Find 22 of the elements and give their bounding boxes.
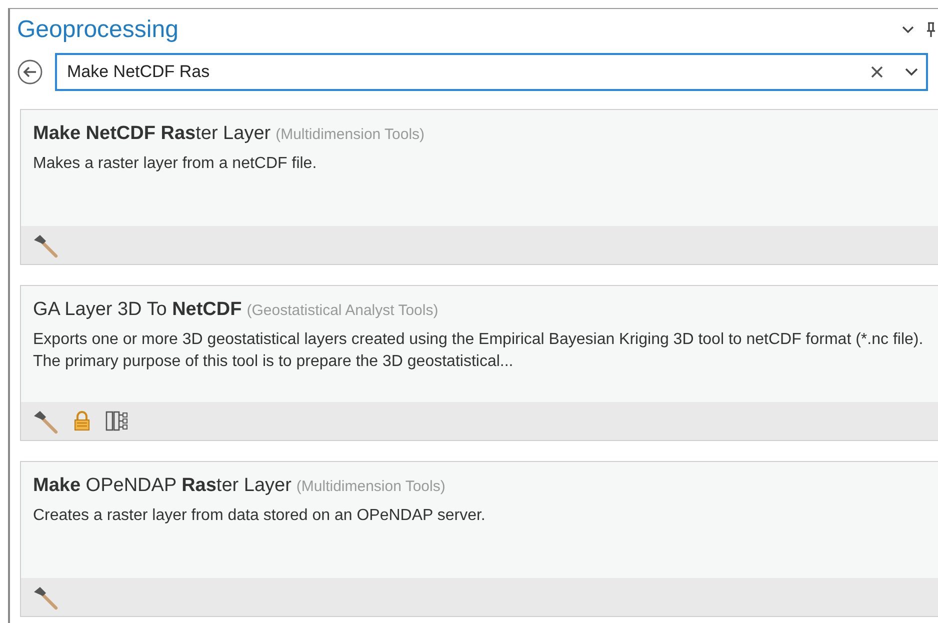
search-field[interactable]: Make NetCDF Ras bbox=[55, 53, 928, 91]
lock-icon bbox=[73, 410, 91, 432]
model-icon bbox=[105, 410, 129, 432]
toolbox-name: (Multidimension Tools) bbox=[276, 125, 425, 145]
tool-name: Make OPeNDAP Raster Layer bbox=[33, 474, 292, 498]
dropdown-icon[interactable] bbox=[902, 26, 914, 34]
pin-icon[interactable] bbox=[926, 22, 936, 38]
tool-result-card[interactable] bbox=[20, 285, 938, 441]
tool-result-card[interactable]: Make NetCDF Raster Layer (Multidimension Tools) Makes a raster layer from a netCDF file. bbox=[20, 109, 938, 265]
tool-description: Makes a raster layer from a netCDF file. bbox=[33, 154, 318, 174]
toolbox-name: (Multidimension Tools) bbox=[296, 477, 446, 497]
tool-name: GA Layer 3D To NetCDF bbox=[33, 298, 242, 322]
dropdown-icon[interactable] bbox=[905, 68, 918, 76]
toolbox-name: (Geostatistical Analyst Tools) bbox=[246, 301, 438, 321]
tool-name: Make NetCDF Raster Layer bbox=[33, 122, 271, 146]
tool-description: Exports one or more 3D geostatistical layers created using the Empirical Bayesian Kriging 3D tool to netCDF format (*.nc file). The primary purpose of this tool is to prepare the 3D geostatistical... bbox=[33, 330, 924, 372]
back-icon[interactable] bbox=[17, 59, 43, 85]
tool-description: Creates a raster layer from data stored on an OPeNDAP server. bbox=[33, 506, 486, 526]
tool-result-card[interactable]: Make OPeNDAP Raster Layer (Multidimension Tools) Creates a raster layer from data stored on an OPeNDAP server. bbox=[20, 461, 938, 617]
pane-title: Geoprocessing bbox=[17, 15, 178, 45]
search-input[interactable]: Make NetCDF Ras bbox=[65, 58, 871, 86]
close-icon[interactable] bbox=[871, 66, 883, 78]
